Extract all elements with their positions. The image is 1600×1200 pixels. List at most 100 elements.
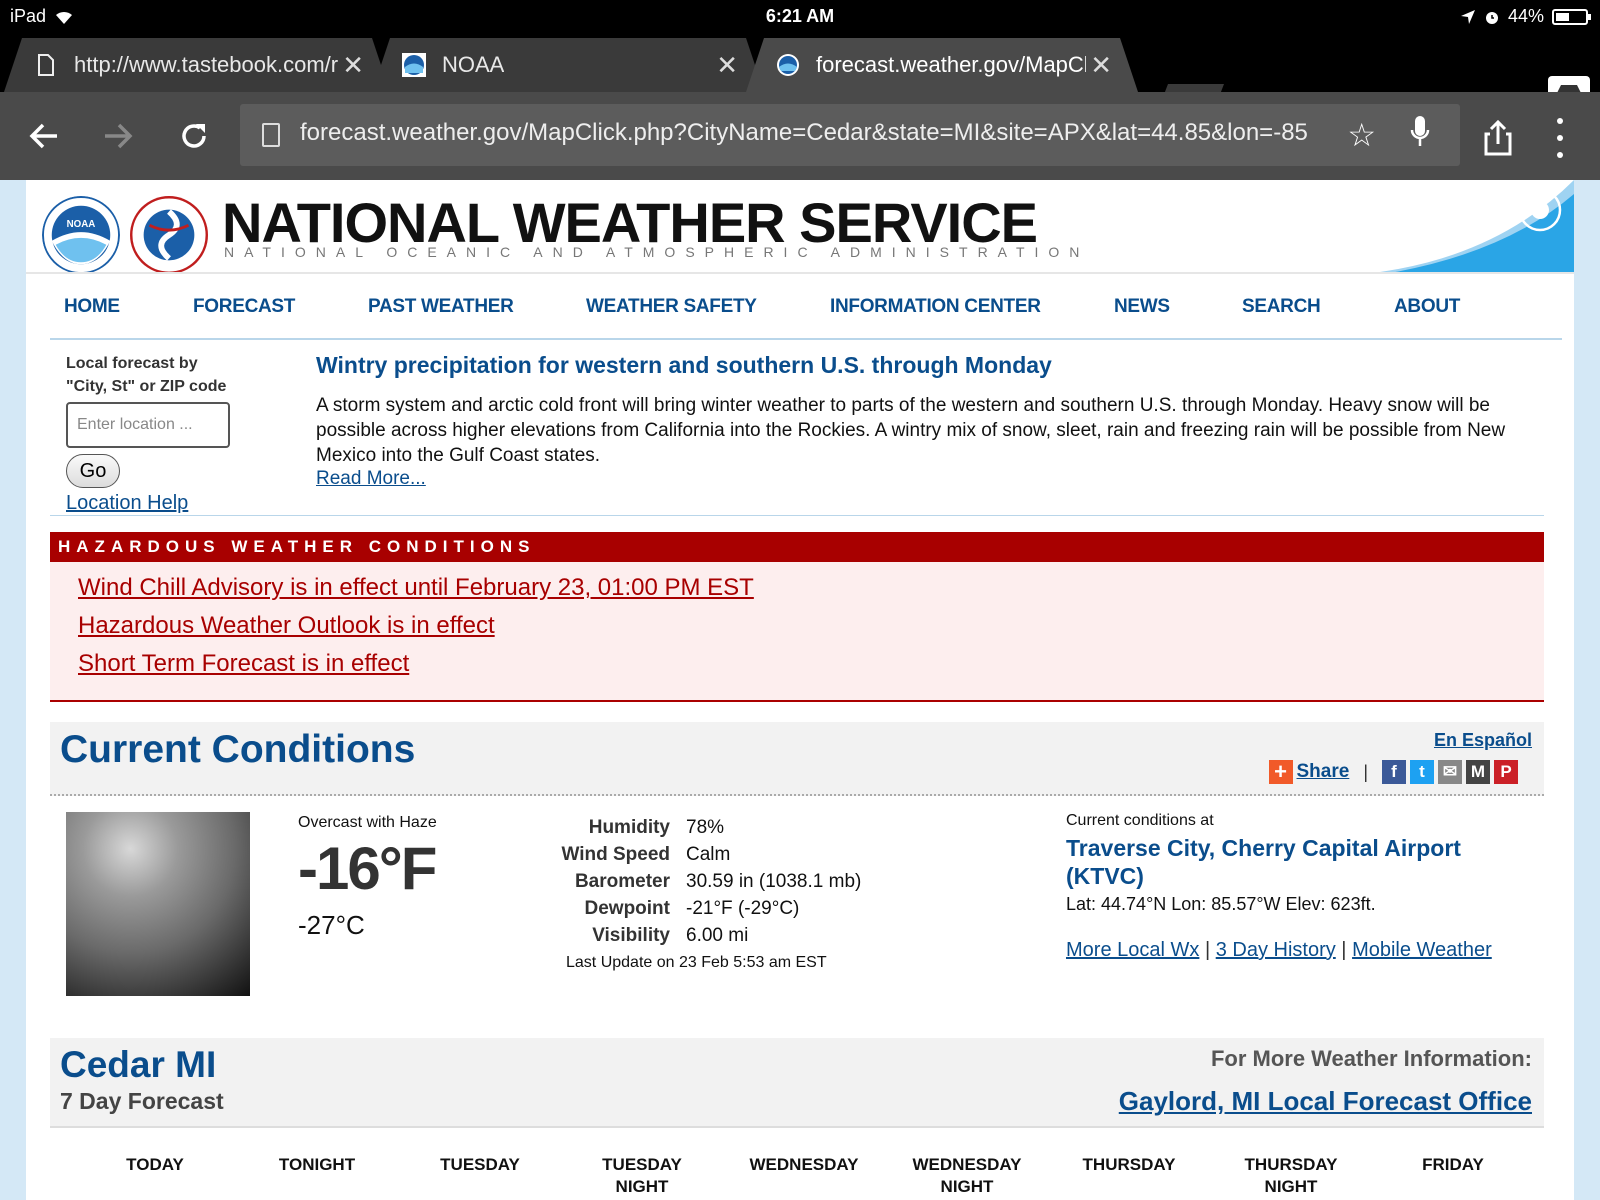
period-name-2: NIGHT: [1264, 1177, 1318, 1196]
headline-body: A storm system and arctic cold front wil…: [316, 395, 1506, 466]
forecast-period: THURSDAY: [1054, 1154, 1204, 1176]
forecast-office-link[interactable]: Gaylord, MI Local Forecast Office: [1119, 1086, 1532, 1117]
detail-row: Dewpoint -21°F (-29°C): [546, 895, 861, 922]
more-info-label: For More Weather Information:: [1210, 1046, 1532, 1071]
tab-noaa[interactable]: NOAA ✕: [372, 38, 764, 92]
page: NOAA NATIONAL WEATHER SERVICE NATIONAL O…: [26, 180, 1574, 1200]
share-link[interactable]: Share: [1297, 761, 1350, 783]
addthis-plus-icon[interactable]: +: [1268, 760, 1293, 784]
noaa-favicon-icon: [402, 53, 426, 77]
forecast-header: Cedar MI 7 Day Forecast For More Weather…: [50, 1038, 1544, 1128]
forecast-period: TONIGHT: [242, 1154, 392, 1176]
nav-search[interactable]: SEARCH: [1242, 296, 1321, 318]
more-local-wx-link[interactable]: More Local Wx: [1066, 939, 1199, 961]
bookmark-star-icon[interactable]: ☆: [1347, 116, 1376, 154]
masthead: NOAA NATIONAL WEATHER SERVICE NATIONAL O…: [26, 180, 1574, 274]
current-conditions-title: Current Conditions: [60, 728, 416, 771]
detail-row: Humidity 78%: [546, 814, 861, 841]
noaa-favicon-icon: [776, 53, 800, 77]
share-icon[interactable]: [1478, 118, 1518, 158]
battery-icon: [1552, 8, 1591, 25]
nav-information-center[interactable]: INFORMATION CENTER: [830, 296, 1041, 318]
tab-title: http://www.tastebook.com/r: [74, 52, 339, 77]
condition-description: Overcast with Haze: [298, 814, 437, 831]
hazard-link[interactable]: Short Term Forecast is in effect: [78, 650, 409, 678]
site-subtitle: NATIONAL OCEANIC AND ATMOSPHERIC ADMINIS…: [224, 244, 1090, 260]
close-icon[interactable]: ✕: [1090, 50, 1112, 81]
separator: |: [1204, 939, 1216, 961]
detail-value: Calm: [686, 844, 731, 865]
forward-icon[interactable]: [94, 112, 142, 160]
location-arrow-icon: [1460, 9, 1475, 24]
tab-strip: http://www.tastebook.com/r ✕ NOAA ✕ fore…: [0, 32, 1600, 114]
station-caption: Current conditions at: [1066, 812, 1214, 829]
divider: [50, 515, 1544, 516]
url-text[interactable]: forecast.weather.gov/MapClick.php?CityNa…: [300, 119, 1330, 147]
page-icon: [262, 123, 280, 147]
mobile-weather-link[interactable]: Mobile Weather: [1352, 939, 1492, 961]
microphone-icon[interactable]: [1410, 116, 1430, 148]
headline-news: Wintry precipitation for western and sou…: [316, 352, 1536, 490]
separator: |: [1341, 939, 1353, 961]
battery-percent: 44%: [1507, 6, 1544, 26]
close-icon[interactable]: ✕: [716, 50, 738, 81]
forecast-period: WEDNESDAY NIGHT: [892, 1154, 1042, 1198]
nav-about[interactable]: ABOUT: [1394, 296, 1460, 318]
read-more-link[interactable]: Read More...: [316, 468, 426, 489]
forecast-subtitle: 7 Day Forecast: [60, 1088, 224, 1114]
tab-tastebook[interactable]: http://www.tastebook.com/r ✕: [4, 38, 390, 92]
tab-title: NOAA: [442, 52, 505, 77]
location-input[interactable]: [66, 402, 230, 448]
menu-icon[interactable]: [1552, 118, 1568, 158]
address-bar[interactable]: forecast.weather.gov/MapClick.php?CityNa…: [240, 104, 1460, 166]
period-name: THURSDAY: [1082, 1155, 1176, 1174]
en-espanol-link[interactable]: En Español: [1434, 730, 1532, 751]
alarm-icon: [1485, 11, 1498, 24]
close-icon[interactable]: ✕: [342, 50, 364, 81]
station-links: More Local Wx | 3 Day History | Mobile W…: [1066, 939, 1526, 962]
facebook-icon[interactable]: f: [1382, 760, 1406, 784]
forecast-period: TODAY: [80, 1154, 230, 1176]
station-name[interactable]: Traverse City, Cherry Capital Airport (K…: [1066, 834, 1526, 890]
nav-home[interactable]: HOME: [64, 296, 120, 318]
detail-label: Barometer: [574, 871, 670, 892]
twitter-icon[interactable]: t: [1410, 760, 1434, 784]
location-help-link[interactable]: Location Help: [66, 492, 296, 515]
nws-logo-icon[interactable]: [130, 196, 208, 274]
location-search: Local forecast by "City, St" or ZIP code…: [66, 352, 296, 515]
forecast-period: TUESDAY NIGHT: [567, 1154, 717, 1198]
gmail-icon[interactable]: M: [1466, 760, 1490, 784]
headline-title[interactable]: Wintry precipitation for western and sou…: [316, 352, 1536, 379]
hazard-header: HAZARDOUS WEATHER CONDITIONS: [50, 532, 1544, 562]
detail-value: 78%: [686, 817, 725, 838]
nav-past-weather[interactable]: PAST WEATHER: [368, 296, 514, 318]
email-icon[interactable]: ✉: [1438, 760, 1462, 784]
station-info: Current conditions at Traverse City, Che…: [1066, 812, 1526, 962]
period-name: TUESDAY: [440, 1155, 520, 1174]
pinterest-icon[interactable]: P: [1494, 760, 1518, 784]
detail-value: -21°F (-29°C): [686, 898, 800, 919]
current-conditions-header: Current Conditions En Español + Share | …: [50, 722, 1544, 796]
reload-icon[interactable]: [170, 112, 218, 160]
hazard-link[interactable]: Wind Chill Advisory is in effect until F…: [78, 574, 754, 602]
location-label-2: "City, St" or ZIP code: [66, 378, 227, 395]
page-viewport: NOAA NATIONAL WEATHER SERVICE NATIONAL O…: [0, 180, 1600, 1200]
tab-forecast[interactable]: forecast.weather.gov/MapClick ✕: [746, 38, 1138, 92]
period-name: TONIGHT: [278, 1155, 356, 1174]
station-coordinates: Lat: 44.74°N Lon: 85.57°W Elev: 623ft.: [1066, 894, 1376, 914]
status-bar: iPad 6:21 AM 44%: [0, 0, 1600, 32]
nav-news[interactable]: NEWS: [1114, 296, 1170, 318]
browser-toolbar: forecast.weather.gov/MapClick.php?CityNa…: [0, 92, 1600, 180]
hazard-panel: HAZARDOUS WEATHER CONDITIONS Wind Chill …: [50, 532, 1544, 702]
svg-text:NOAA: NOAA: [67, 219, 96, 230]
period-name: WEDNESDAY: [749, 1155, 859, 1174]
hazard-link[interactable]: Hazardous Weather Outlook is in effect: [78, 612, 495, 640]
go-button[interactable]: Go: [66, 454, 120, 488]
noaa-logo-icon[interactable]: NOAA: [42, 196, 120, 274]
back-icon[interactable]: [20, 112, 68, 160]
clock: 6:21 AM: [765, 6, 835, 26]
detail-label: Wind Speed: [561, 844, 670, 865]
nav-weather-safety[interactable]: WEATHER SAFETY: [586, 296, 757, 318]
nav-forecast[interactable]: FORECAST: [193, 296, 295, 318]
three-day-history-link[interactable]: 3 Day History: [1216, 939, 1336, 961]
